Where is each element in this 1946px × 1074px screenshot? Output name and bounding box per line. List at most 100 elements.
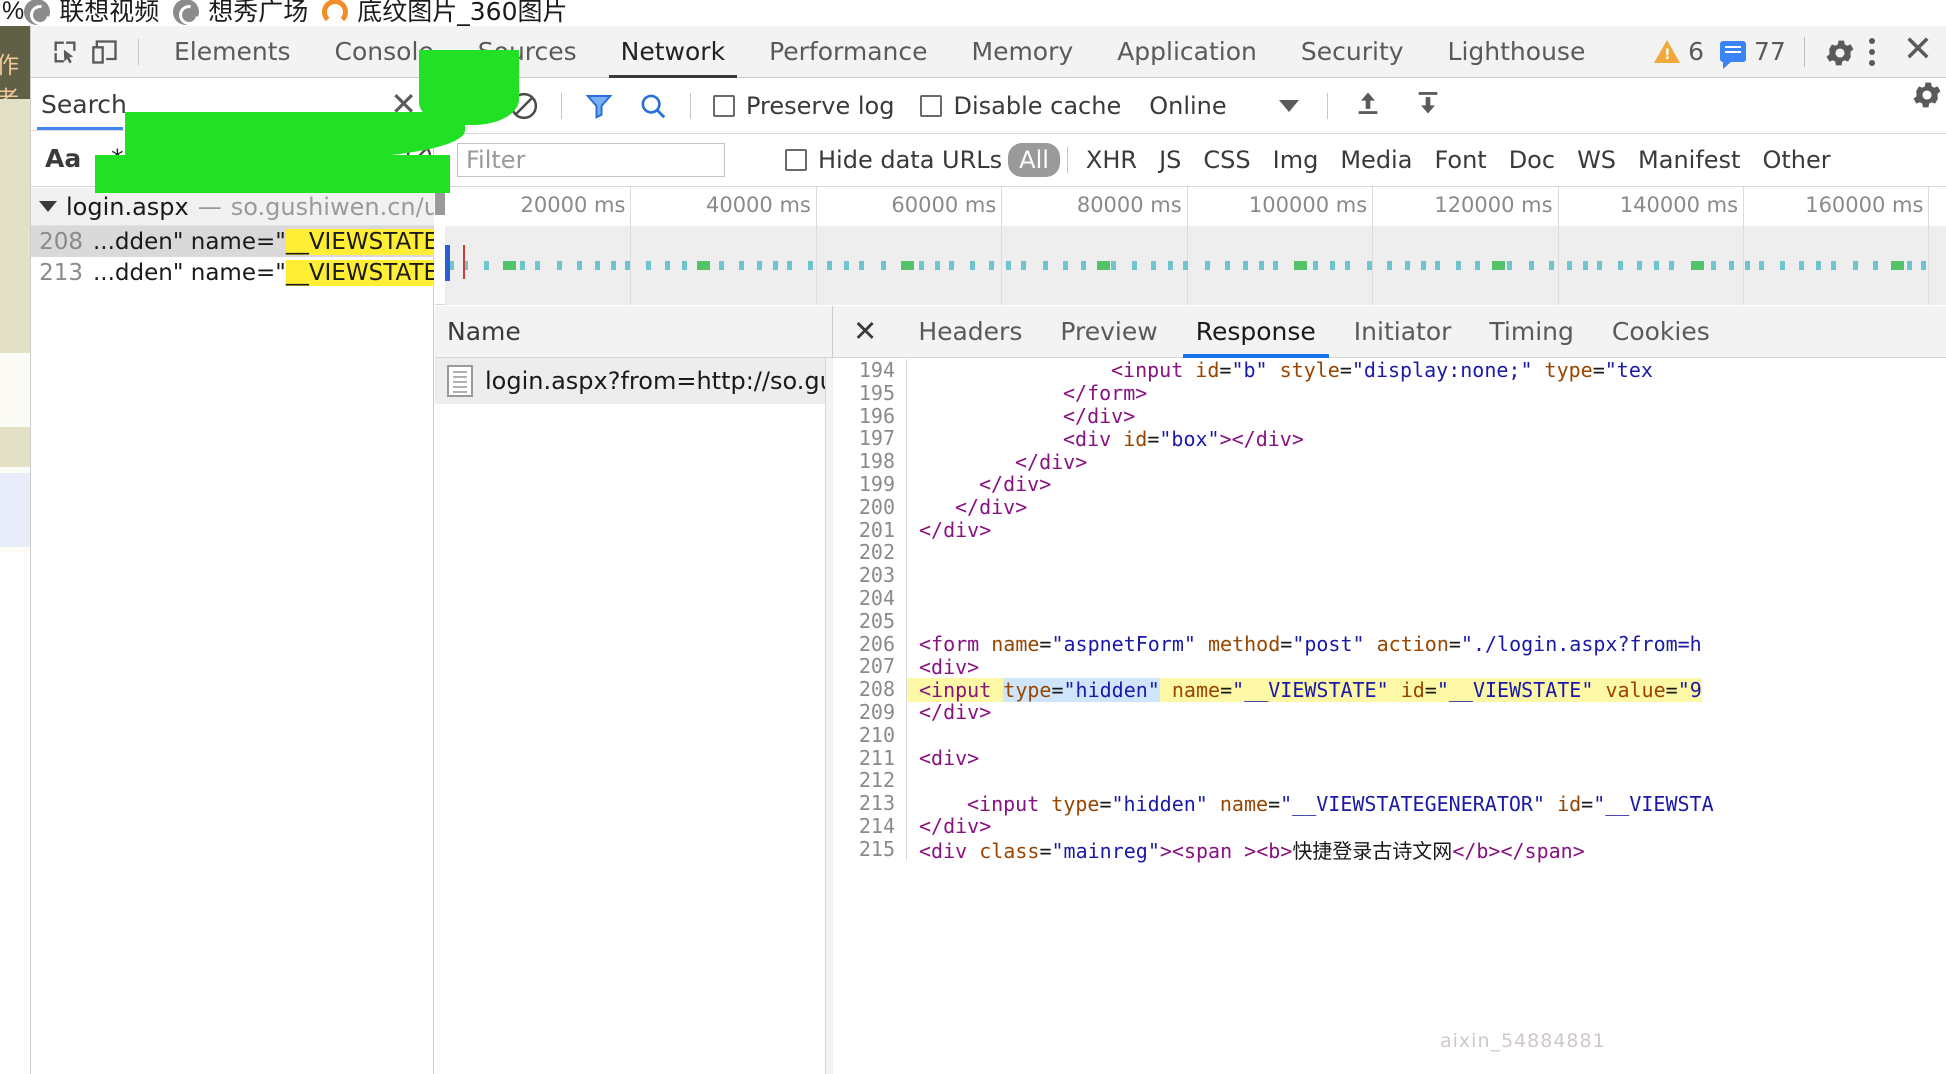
- bookmark-fragment[interactable]: %: [0, 0, 24, 26]
- close-icon[interactable]: ✕: [1889, 31, 1939, 72]
- type-filter-media[interactable]: Media: [1329, 143, 1423, 177]
- code-line-text: </div>: [907, 518, 991, 542]
- tab-elements[interactable]: Elements: [152, 26, 313, 78]
- code-line[interactable]: 211 <div>: [833, 746, 1946, 770]
- search-input[interactable]: [131, 140, 346, 177]
- code-line[interactable]: 194 <input id="b" style="display:none;" t…: [833, 359, 1946, 382]
- type-filter-js[interactable]: JS: [1148, 143, 1192, 177]
- tab-sources[interactable]: Sources: [456, 26, 599, 78]
- regex-button[interactable]: .*: [103, 144, 131, 173]
- code-token: </div>: [919, 700, 992, 725]
- tab-cookies[interactable]: Cookies: [1593, 306, 1729, 358]
- type-filter-font[interactable]: Font: [1423, 143, 1497, 177]
- tab-timing[interactable]: Timing: [1470, 306, 1592, 358]
- code-line[interactable]: 197 <div id="box"></div>: [833, 427, 1946, 451]
- code-line[interactable]: 196 </div>: [833, 404, 1946, 428]
- search-result-row[interactable]: 213 ...dden" name=" __VIEWSTATE GENER...: [31, 257, 434, 288]
- request-row[interactable]: login.aspx?from=http://so.gushiwe...: [435, 358, 832, 404]
- throttling-value[interactable]: Online: [1149, 92, 1226, 120]
- bookmark-item-xiangxiu[interactable]: 想秀广场: [173, 0, 322, 26]
- code-line[interactable]: 204: [833, 587, 1946, 610]
- filter-input[interactable]: [457, 143, 725, 177]
- clear-icon[interactable]: [497, 91, 551, 121]
- code-line[interactable]: 205: [833, 609, 1946, 633]
- type-filter-img[interactable]: Img: [1262, 143, 1330, 177]
- tab-application[interactable]: Application: [1095, 26, 1279, 78]
- code-token: =: [1099, 791, 1112, 816]
- type-filter-other[interactable]: Other: [1751, 143, 1841, 177]
- code-line[interactable]: 199 </div>: [833, 472, 1946, 496]
- import-har-icon[interactable]: [1338, 89, 1398, 122]
- tab-console[interactable]: Console: [313, 26, 456, 78]
- code-line[interactable]: 206 <form name="aspnetForm" method="post"…: [833, 632, 1946, 656]
- warning-badge[interactable]: 6: [1654, 37, 1704, 66]
- tab-preview[interactable]: Preview: [1041, 306, 1176, 358]
- gear-icon-far-right[interactable]: [1910, 78, 1944, 117]
- refresh-icon[interactable]: ↻: [346, 143, 399, 174]
- tab-lighthouse[interactable]: Lighthouse: [1426, 26, 1608, 78]
- overview-request-dot: [1243, 261, 1248, 270]
- overview-scrollbar[interactable]: [435, 187, 445, 215]
- tab-network[interactable]: Network: [599, 26, 747, 78]
- response-source-view[interactable]: 194 <input id="b" style="display:none;" t…: [833, 359, 1946, 1074]
- tab-initiator[interactable]: Initiator: [1335, 306, 1471, 358]
- code-line[interactable]: 201 </div>: [833, 518, 1946, 542]
- tab-memory[interactable]: Memory: [950, 26, 1096, 78]
- tab-headers[interactable]: Headers: [899, 306, 1041, 358]
- search-icon[interactable]: [626, 91, 680, 121]
- search-results: login.aspx — so.gushiwen.cn/user/login.a…: [31, 188, 434, 288]
- code-line[interactable]: 198 </div>: [833, 450, 1946, 474]
- code-line[interactable]: 208 <input type="hidden" name="__VIEWSTAT…: [833, 677, 1946, 702]
- type-filter-all[interactable]: All: [1008, 143, 1060, 177]
- network-overview-timeline[interactable]: 20000 ms 40000 ms 60000 ms 80000 ms 100000 m…: [435, 187, 1946, 305]
- export-har-icon[interactable]: [1398, 89, 1458, 122]
- column-header-name[interactable]: Name: [435, 317, 521, 346]
- more-options-icon[interactable]: [1855, 35, 1889, 69]
- request-list-scrollbar[interactable]: [825, 358, 833, 1074]
- chevron-down-icon[interactable]: [39, 201, 57, 212]
- bookmark-item-lianxiang-video[interactable]: 联想视频: [24, 0, 173, 26]
- filter-funnel-icon[interactable]: [572, 91, 626, 121]
- record-icon[interactable]: [455, 92, 481, 119]
- code-line[interactable]: 215 <div class="mainreg"><span ><b>快捷登录古诗…: [833, 837, 1946, 862]
- code-line[interactable]: 200 </div>: [833, 495, 1946, 519]
- code-token: "hidden": [1063, 677, 1160, 702]
- code-line[interactable]: 202: [833, 541, 1946, 565]
- code-line[interactable]: 213 <input type="hidden" name="__VIEWSTAT…: [833, 791, 1946, 816]
- disable-cache-checkbox[interactable]: Disable cache: [920, 92, 1121, 120]
- device-toolbar-icon[interactable]: [85, 26, 125, 78]
- tab-response[interactable]: Response: [1177, 306, 1335, 358]
- type-filter-xhr[interactable]: XHR: [1075, 143, 1148, 177]
- code-line[interactable]: 210: [833, 723, 1946, 747]
- search-result-file-group[interactable]: login.aspx — so.gushiwen.cn/user/login.a…: [31, 188, 434, 226]
- type-filter-ws[interactable]: WS: [1566, 143, 1627, 177]
- gear-icon[interactable]: [1823, 36, 1855, 68]
- code-line[interactable]: 195 </form>: [833, 381, 1946, 405]
- tab-performance[interactable]: Performance: [747, 26, 949, 78]
- code-line[interactable]: 207 <div>: [833, 655, 1946, 679]
- chevron-down-icon[interactable]: [1278, 99, 1299, 112]
- type-filter-doc[interactable]: Doc: [1498, 143, 1566, 177]
- inspect-element-icon[interactable]: [45, 26, 85, 78]
- preserve-log-checkbox[interactable]: Preserve log: [713, 92, 894, 120]
- close-icon[interactable]: ✕: [390, 88, 433, 120]
- code-line[interactable]: 212: [833, 769, 1946, 793]
- type-filter-manifest[interactable]: Manifest: [1627, 143, 1751, 177]
- match-case-button[interactable]: Aa: [31, 144, 103, 173]
- code-line[interactable]: 203: [833, 564, 1946, 587]
- code-line[interactable]: 209 </div>: [833, 700, 1946, 725]
- tab-security[interactable]: Security: [1279, 26, 1426, 78]
- overview-tick: 40000 ms: [706, 187, 817, 305]
- code-token: <input: [967, 791, 1052, 816]
- overview-request-dot: [1816, 261, 1821, 270]
- bookmark-item-360-images[interactable]: 底纹图片_360图片: [322, 0, 581, 26]
- overview-tick: 160000 ms: [1805, 187, 1930, 305]
- close-icon[interactable]: ✕: [833, 317, 899, 346]
- search-result-row[interactable]: 208 ...dden" name=" __VIEWSTATE " id=" _…: [31, 226, 434, 257]
- message-badge[interactable]: 77: [1720, 37, 1786, 66]
- hide-data-urls-checkbox[interactable]: Hide data URLs: [785, 146, 1002, 174]
- clear-icon[interactable]: [399, 142, 439, 175]
- type-filter-css[interactable]: CSS: [1192, 143, 1261, 177]
- overview-request-dot: [1043, 261, 1048, 270]
